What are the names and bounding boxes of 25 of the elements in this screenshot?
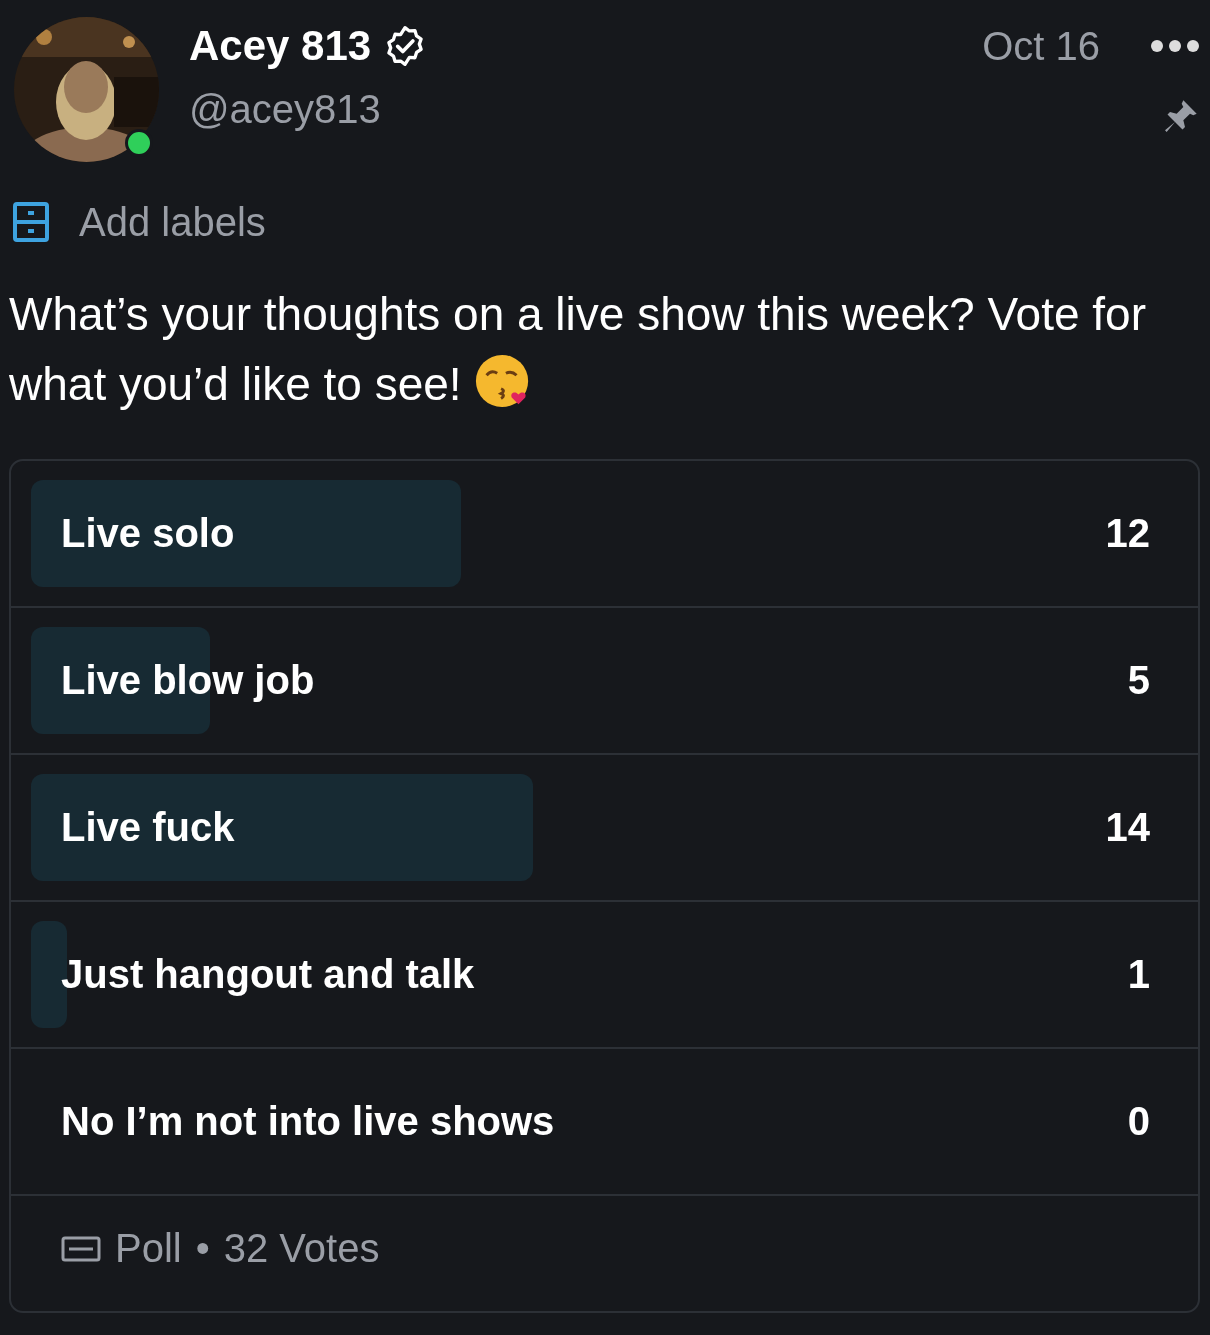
author-name[interactable]: Acey 813: [189, 22, 372, 70]
vote-count: 1: [1127, 952, 1150, 997]
vote-count: 0: [1127, 1099, 1150, 1144]
poll-option[interactable]: Just hangout and talk 1: [11, 902, 1198, 1049]
vote-total: 32 Votes: [223, 1226, 380, 1271]
poll-type-label: Poll: [115, 1226, 182, 1271]
author-handle[interactable]: @acey813: [189, 87, 983, 132]
post-date: Oct 16: [982, 23, 1100, 69]
more-options-icon[interactable]: [1150, 39, 1200, 53]
option-label: Live solo: [61, 511, 236, 556]
option-label: Just hangout and talk: [61, 952, 476, 997]
option-label: No I’m not into live shows: [61, 1099, 556, 1144]
poll-option[interactable]: Live fuck 14: [11, 755, 1198, 902]
poll-option[interactable]: No I’m not into live shows 0: [11, 1049, 1198, 1196]
vote-count: 5: [1127, 658, 1150, 703]
post-text: What’s your thoughts on a live show this week? Vote for what you’d like to see!: [9, 287, 1147, 412]
add-labels-link[interactable]: Add labels: [79, 200, 266, 245]
label-icon: [13, 201, 49, 244]
vote-count: 12: [1105, 511, 1150, 556]
separator-dot: •: [195, 1226, 210, 1271]
poll-option[interactable]: Live blow job 5: [11, 608, 1198, 755]
poll-option[interactable]: Live solo 12: [11, 461, 1198, 608]
option-label: Live fuck: [61, 805, 236, 850]
vote-count: 14: [1105, 805, 1150, 850]
option-label: Live blow job: [61, 658, 316, 703]
